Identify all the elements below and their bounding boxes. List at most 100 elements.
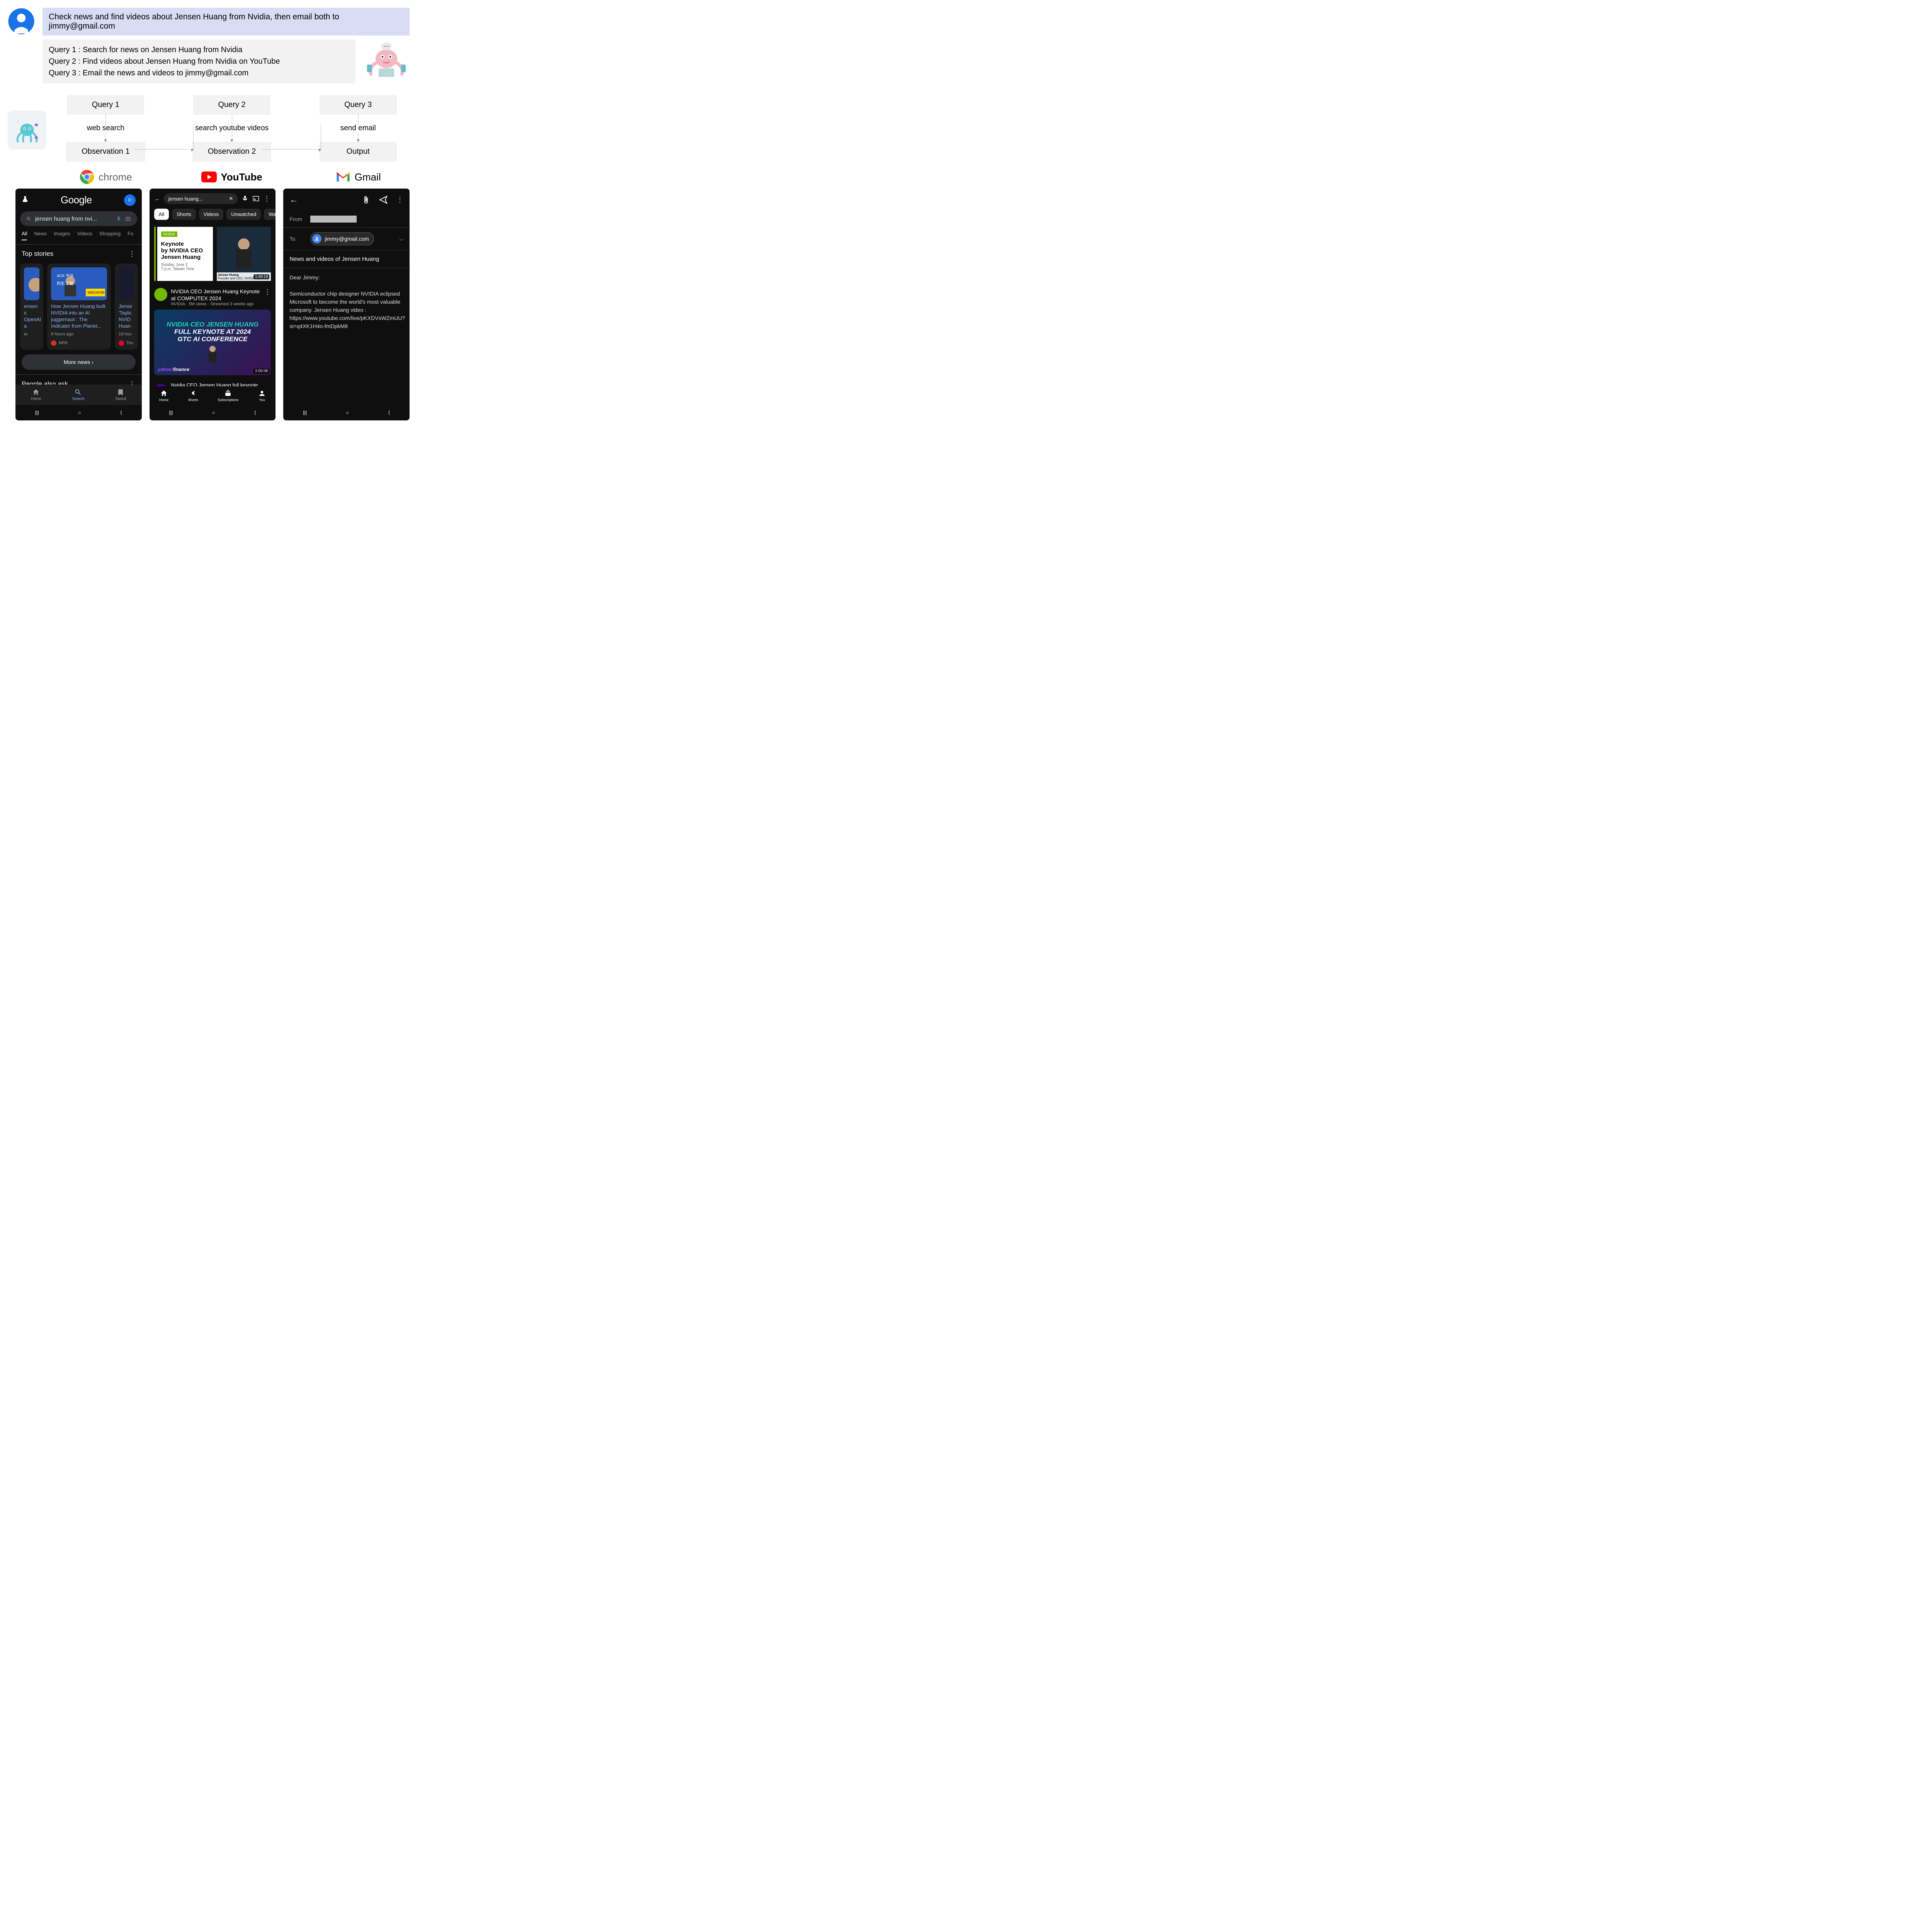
yt-nav-home[interactable]: Home bbox=[159, 389, 168, 402]
yt-more-icon[interactable]: ⋮ bbox=[263, 195, 270, 203]
observation-1-box: Observation 1 bbox=[66, 142, 145, 162]
story-2-title: How Jensen Huang built NVIDIA into an AI… bbox=[51, 303, 107, 330]
gmail-more-icon[interactable]: ⋮ bbox=[396, 196, 403, 204]
yt-nav-you[interactable]: You bbox=[258, 389, 266, 402]
youtube-label: YouTube bbox=[221, 171, 262, 183]
story-2-time: 8 hours ago bbox=[51, 332, 107, 337]
yt-search-bar[interactable]: jensen huang... ✕ bbox=[164, 193, 238, 204]
recipient-avatar-icon bbox=[312, 234, 321, 243]
tab-news[interactable]: News bbox=[34, 231, 47, 240]
story-3-thumb bbox=[119, 267, 134, 300]
recipient-email: jimmy@gmail.com bbox=[325, 236, 369, 242]
story-card-2[interactable]: INDICATORACK 平台的生 工智 How Jensen Huang bu… bbox=[47, 264, 111, 350]
yt-v2-title: NVIDIA CEO Jensen Huang Keynote at COMPU… bbox=[171, 288, 260, 302]
lens-icon[interactable] bbox=[125, 215, 131, 222]
email-body[interactable]: Dear Jimmy: Semiconductor chip designer … bbox=[283, 268, 410, 336]
svg-text:ACK 平台: ACK 平台 bbox=[57, 273, 73, 278]
nav-saved[interactable]: Saved bbox=[115, 388, 126, 401]
android-home-icon[interactable]: ○ bbox=[78, 410, 81, 416]
from-value-redacted[interactable] bbox=[310, 216, 357, 223]
search-icon bbox=[26, 216, 31, 222]
gmail-label: Gmail bbox=[355, 171, 381, 183]
send-icon[interactable] bbox=[379, 195, 388, 204]
attach-icon[interactable] bbox=[362, 196, 370, 204]
observation-2-box: Observation 2 bbox=[192, 142, 272, 162]
more-news-button[interactable]: More news › bbox=[22, 354, 136, 370]
chrome-result-tabs: All News Images Videos Shopping Fo bbox=[15, 231, 142, 245]
expand-recipients-icon[interactable]: ⌵ bbox=[399, 236, 403, 242]
yt-video-2[interactable]: NVIDIA CEO Jensen Huang Keynote at COMPU… bbox=[150, 284, 276, 379]
yt-v2-thumbnail: NVIDIA CEO JENSEN HUANG FULL KEYNOTE AT … bbox=[154, 310, 271, 375]
home-icon bbox=[32, 388, 40, 396]
yt-home-icon bbox=[160, 389, 168, 397]
android-recents-icon-gmail[interactable]: ||| bbox=[303, 410, 307, 416]
youtube-logo: YouTube bbox=[180, 169, 284, 185]
tab-more[interactable]: Fo bbox=[128, 231, 133, 240]
android-home-icon-gmail[interactable]: ○ bbox=[346, 410, 349, 416]
android-recents-icon-yt[interactable]: ||| bbox=[169, 410, 173, 416]
tab-shopping[interactable]: Shopping bbox=[99, 231, 121, 240]
yt-chip-shorts[interactable]: Shorts bbox=[172, 209, 196, 220]
android-back-icon-yt[interactable]: ⟨ bbox=[254, 410, 256, 416]
times-source-icon bbox=[119, 340, 124, 346]
yt-v2-more-icon[interactable]: ⋮ bbox=[264, 288, 271, 306]
nvidia-badge: NVIDIA bbox=[161, 231, 177, 237]
tab-all[interactable]: All bbox=[22, 231, 27, 240]
yt-subs-icon bbox=[224, 389, 232, 397]
story-1-title: ensen s OpenAI a bbox=[24, 303, 39, 330]
yt-back-icon[interactable]: ← bbox=[155, 196, 160, 202]
yt-mic-icon[interactable] bbox=[242, 195, 248, 202]
tab-images[interactable]: Images bbox=[54, 231, 70, 240]
labs-flask-icon[interactable] bbox=[22, 196, 29, 204]
search-bar[interactable] bbox=[20, 211, 137, 226]
body-text: Semiconductor chip designer NVIDIA eclip… bbox=[289, 290, 403, 330]
email-subject[interactable]: News and videos of Jensen Huang bbox=[283, 250, 410, 268]
yt-v1-date: Sunday, June 2 bbox=[161, 263, 209, 267]
yt-video-1[interactable]: NVIDIA Keynote by NVIDIA CEO Jensen Huan… bbox=[154, 227, 271, 281]
story-card-3[interactable]: Jense 'Taylo NVID Huan 19 hou Tim bbox=[115, 264, 138, 350]
android-home-icon-yt[interactable]: ○ bbox=[212, 410, 215, 416]
story-3-source: Tim bbox=[126, 341, 133, 345]
nvidia-channel-icon bbox=[154, 288, 167, 301]
output-box: Output bbox=[320, 142, 397, 162]
nav-home[interactable]: Home bbox=[31, 388, 41, 401]
tab-videos[interactable]: Videos bbox=[77, 231, 93, 240]
yt-v2-thumb-line1: NVIDIA CEO JENSEN HUANG bbox=[167, 321, 259, 328]
action-3-label: send email bbox=[339, 124, 378, 133]
android-back-icon[interactable]: ⟨ bbox=[120, 410, 122, 416]
flow-column-2: Query 2 search youtube videos Observatio… bbox=[180, 95, 284, 162]
yt-v1-thumbnail: Jensen Huang Founder and CEO, NVIDIA 1:4… bbox=[217, 227, 271, 281]
user-prompt-text: Check news and find videos about Jensen … bbox=[43, 8, 410, 36]
agent-mascot-icon: ♪ bbox=[8, 111, 46, 149]
yt-chip-watched[interactable]: Watc bbox=[264, 209, 276, 220]
yt-clear-icon[interactable]: ✕ bbox=[229, 196, 233, 202]
yt-nav-subs[interactable]: Subscriptions bbox=[218, 389, 238, 402]
mic-icon[interactable] bbox=[116, 215, 121, 222]
action-2-label: search youtube videos bbox=[194, 124, 270, 133]
story-1-meta: er bbox=[24, 332, 39, 337]
more-icon[interactable]: ⋮ bbox=[129, 250, 136, 258]
chrome-logo: chrome bbox=[54, 169, 157, 185]
account-avatar[interactable]: O bbox=[124, 194, 136, 206]
gmail-logo: Gmail bbox=[306, 169, 410, 185]
story-3-time: 19 hou bbox=[119, 332, 134, 337]
flow-column-1: Query 1 web search Observation 1 bbox=[54, 95, 157, 162]
chrome-label: chrome bbox=[99, 171, 132, 183]
story-1-thumb bbox=[24, 267, 39, 300]
gmail-back-icon[interactable]: ← bbox=[289, 195, 298, 205]
recipient-chip[interactable]: jimmy@gmail.com bbox=[310, 232, 374, 245]
yt-chip-unwatched[interactable]: Unwatched bbox=[226, 209, 261, 220]
nav-search[interactable]: Search bbox=[72, 388, 85, 401]
android-recents-icon[interactable]: ||| bbox=[35, 410, 39, 416]
yt-cast-icon[interactable] bbox=[252, 195, 259, 202]
yt-chip-videos[interactable]: Videos bbox=[199, 209, 224, 220]
yt-nav-shorts[interactable]: Shorts bbox=[188, 389, 198, 402]
yt-v1-title2: by NVIDIA CEO bbox=[161, 247, 209, 254]
story-card-1[interactable]: ensen s OpenAI a er bbox=[20, 264, 43, 350]
story-2-thumb: INDICATORACK 平台的生 工智 bbox=[51, 267, 107, 300]
yt-chip-all[interactable]: All bbox=[154, 209, 169, 220]
search-input[interactable] bbox=[35, 216, 112, 222]
android-back-icon-gmail[interactable]: ⟨ bbox=[388, 410, 390, 416]
query-3-box: Query 3 bbox=[320, 95, 397, 115]
npr-source-icon bbox=[51, 340, 56, 346]
